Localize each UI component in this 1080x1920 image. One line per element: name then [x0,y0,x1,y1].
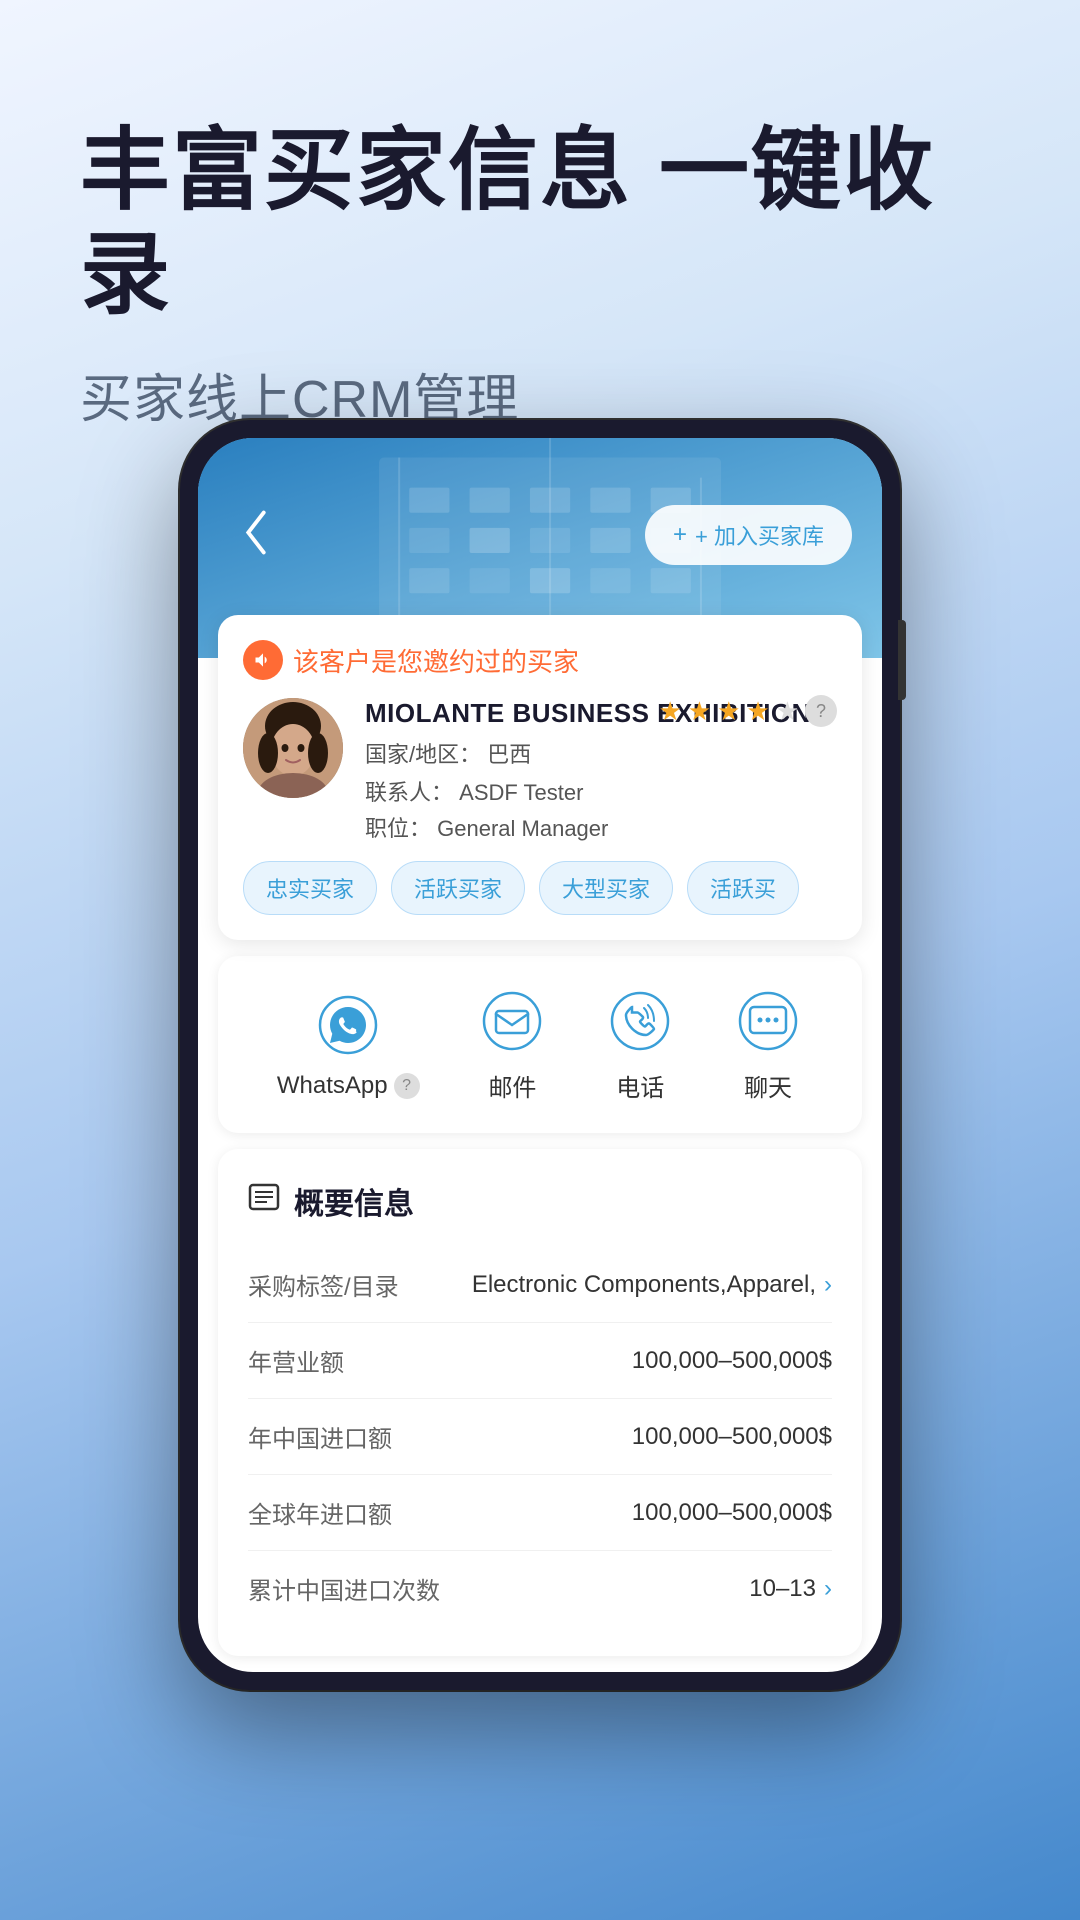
info-row-revenue: 年营业额 100,000–500,000$ [248,1323,832,1399]
speaker-icon [243,640,283,680]
phone-header-bar: + + 加入买家库 [198,485,882,645]
revenue-value: 100,000–500,000$ [632,1347,832,1375]
email-icon [477,986,547,1056]
china-count-label: 累计中国进口次数 [248,1571,440,1606]
tag-active2: 活跃买 [687,861,799,915]
whatsapp-action[interactable]: WhatsApp ? [277,990,420,1100]
star-4: ★ [746,696,769,727]
info-header-icon [248,1181,280,1221]
country-value: 巴西 [487,742,531,767]
content-wrapper: 丰富买家信息 一键收录 买家线上CRM管理 9:41 [0,0,1080,1920]
whatsapp-help-icon[interactable]: ? [394,1073,420,1099]
company-row: MIOLANTE BUSINESS EXHIBITION 国家/地区： 巴西 联… [243,698,837,843]
tags-arrow: › [824,1271,832,1299]
tag-large: 大型买家 [539,861,673,915]
info-row-tags: 采购标签/目录 Electronic Components,Apparel, › [248,1247,832,1323]
action-card: WhatsApp ? [218,956,862,1133]
plus-icon: + [673,521,687,549]
global-import-label: 全球年进口额 [248,1495,392,1530]
contact-label: 联系人： [365,780,453,805]
info-card: 概要信息 采购标签/目录 Electronic Components,Appar… [218,1149,862,1656]
chat-icon [733,986,803,1056]
phone-action[interactable]: 电话 [605,986,675,1103]
info-header: 概要信息 [248,1179,832,1223]
add-buyer-button[interactable]: + + 加入买家库 [645,505,852,565]
china-import-value: 100,000–500,000$ [632,1423,832,1451]
info-row-china-import: 年中国进口额 100,000–500,000$ [248,1399,832,1475]
china-import-label: 年中国进口额 [248,1419,392,1454]
china-count-value: 10–13 › [749,1575,832,1603]
tags-label: 采购标签/目录 [248,1267,399,1302]
invited-badge: 该客户是您邀约过的买家 [243,640,837,680]
email-label: 邮件 [488,1068,536,1103]
country-label: 国家/地区： [365,742,481,767]
revenue-label: 年营业额 [248,1343,344,1378]
add-buyer-label: + 加入买家库 [695,519,824,551]
contact-value: ASDF Tester [459,780,583,805]
company-contact: 联系人： ASDF Tester [365,775,837,807]
header-section: 丰富买家信息 一键收录 买家线上CRM管理 [0,0,1080,492]
chat-label: 聊天 [744,1068,792,1103]
rating-help-icon[interactable]: ? [805,695,837,727]
global-import-value: 100,000–500,000$ [632,1499,832,1527]
company-country: 国家/地区： 巴西 [365,737,837,769]
china-count-arrow: › [824,1575,832,1603]
email-action[interactable]: 邮件 [477,986,547,1103]
chat-action[interactable]: 聊天 [733,986,803,1103]
company-position: 职位： General Manager [365,811,837,843]
star-3: ★ [717,696,740,727]
tags-row: 忠实买家 活跃买家 大型买家 活跃买 [243,861,837,915]
star-5: ★ [776,696,799,727]
avatar-svg [243,698,343,798]
info-title: 概要信息 [294,1179,414,1223]
star-1: ★ [658,696,681,727]
customer-card: 该客户是您邀约过的买家 [218,615,862,940]
phone-label: 电话 [616,1068,664,1103]
position-label: 职位： [365,816,431,841]
phone-mockup: 9:41 [180,420,900,1690]
tag-active: 活跃买家 [391,861,525,915]
back-button[interactable] [228,505,283,560]
rating-row: ★ ★ ★ ★ ★ ? [658,695,837,727]
phone-side-button [898,620,906,700]
phone-icon [605,986,675,1056]
phone-screen: 9:41 [198,438,882,1672]
main-title: 丰富买家信息 一键收录 [80,120,1000,327]
info-row-global-import: 全球年进口额 100,000–500,000$ [248,1475,832,1551]
whatsapp-label: WhatsApp ? [277,1072,420,1100]
tag-loyal: 忠实买家 [243,861,377,915]
position-value: General Manager [437,816,608,841]
invited-text: 该客户是您邀约过的买家 [293,642,579,679]
avatar [243,698,343,798]
tags-value: Electronic Components,Apparel, › [472,1271,832,1299]
phone-frame: 9:41 [180,420,900,1690]
star-2: ★ [688,696,711,727]
whatsapp-icon [313,990,383,1060]
info-row-china-count: 累计中国进口次数 10–13 › [248,1551,832,1626]
